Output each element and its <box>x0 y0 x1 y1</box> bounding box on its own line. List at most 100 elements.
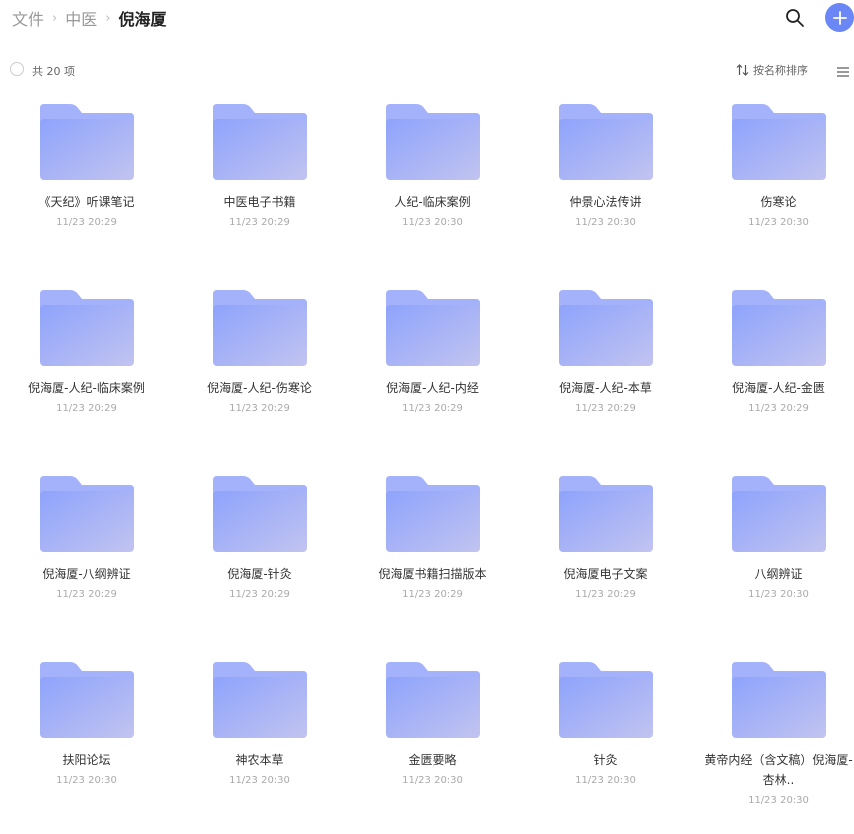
list-view-icon <box>837 67 849 77</box>
select-all-checkbox[interactable] <box>10 62 24 76</box>
folder-item[interactable]: 八纲辨证 11/23 20:30 <box>692 468 854 648</box>
folder-icon <box>386 662 480 738</box>
folder-item[interactable]: 倪海厦-人纪-本草 11/23 20:29 <box>519 282 692 462</box>
folder-icon <box>732 662 826 738</box>
folder-item[interactable]: 倪海厦-人纪-金匮 11/23 20:29 <box>692 282 854 462</box>
folder-name: 扶阳论坛 11/23 20:30 <box>8 750 165 790</box>
folder-time: 11/23 20:29 <box>402 403 463 414</box>
folder-name-text: 倪海厦-人纪-本草 <box>559 381 652 395</box>
folder-name: 倪海厦-人纪-伤寒论 11/23 20:29 <box>181 378 338 418</box>
folder-name: 仲景心法传讲 11/23 20:30 <box>527 192 684 232</box>
folder-name-text: 八纲辨证 <box>754 567 803 581</box>
folder-item[interactable]: 倪海厦书籍扫描版本 11/23 20:29 <box>346 468 519 648</box>
breadcrumb-separator: › <box>52 10 58 26</box>
folder-time: 11/23 20:29 <box>575 589 636 600</box>
search-icon <box>786 9 804 27</box>
folder-name-text: 倪海厦-人纪-伤寒论 <box>207 381 312 395</box>
folder-icon <box>213 662 307 738</box>
folder-time: 11/23 20:29 <box>229 403 290 414</box>
folder-item[interactable]: 伤寒论 11/23 20:30 <box>692 96 854 276</box>
folder-name: 中医电子书籍 11/23 20:29 <box>181 192 338 232</box>
folder-name-text: 中医电子书籍 <box>223 195 296 209</box>
folder-name: 倪海厦-人纪-金匮 11/23 20:29 <box>700 378 854 418</box>
folder-name-text: 《天纪》听课笔记 <box>38 195 135 209</box>
folder-time: 11/23 20:29 <box>748 403 809 414</box>
folder-time: 11/23 20:30 <box>748 217 809 228</box>
top-bar: 文件 › 中医 › 倪海厦 <box>0 0 854 40</box>
folder-name-text: 倪海厦-人纪-临床案例 <box>28 381 145 395</box>
folder-time: 11/23 20:30 <box>402 217 463 228</box>
folder-icon <box>732 476 826 552</box>
folder-name-text: 倪海厦-人纪-内经 <box>386 381 479 395</box>
folder-item[interactable]: 中医电子书籍 11/23 20:29 <box>173 96 346 276</box>
sort-icon <box>736 64 749 76</box>
folder-icon <box>40 290 134 366</box>
folder-item[interactable]: 《天纪》听课笔记 11/23 20:29 <box>0 96 173 276</box>
folder-icon <box>213 476 307 552</box>
folder-time: 11/23 20:30 <box>575 217 636 228</box>
folder-time: 11/23 20:30 <box>229 775 290 786</box>
folder-name: 金匮要略 11/23 20:30 <box>354 750 511 790</box>
folder-name-text: 神农本草 <box>235 753 284 767</box>
folder-name: 神农本草 11/23 20:30 <box>181 750 338 790</box>
folder-name-text: 扶阳论坛 <box>62 753 111 767</box>
folder-name: 倪海厦-针灸 11/23 20:29 <box>181 564 338 604</box>
folder-name-text: 倪海厦-针灸 <box>227 567 292 581</box>
folder-icon <box>40 104 134 180</box>
folder-name-text: 金匮要略 <box>408 753 457 767</box>
folder-item[interactable]: 金匮要略 11/23 20:30 <box>346 654 519 834</box>
folder-icon <box>559 662 653 738</box>
breadcrumb: 文件 › 中医 › 倪海厦 <box>12 6 166 30</box>
folder-time: 11/23 20:29 <box>575 403 636 414</box>
page-title: 倪海厦 <box>118 10 167 29</box>
folder-item[interactable]: 倪海厦-人纪-内经 11/23 20:29 <box>346 282 519 462</box>
folder-item[interactable]: 倪海厦-八纲辨证 11/23 20:29 <box>0 468 173 648</box>
folder-name: 人纪-临床案例 11/23 20:30 <box>354 192 511 232</box>
breadcrumb-item-tcm[interactable]: 中医 <box>65 6 97 30</box>
folder-icon <box>559 290 653 366</box>
sort-button[interactable]: 按名称排序 <box>736 61 808 79</box>
folder-name: 倪海厦-八纲辨证 11/23 20:29 <box>8 564 165 604</box>
folder-name: 倪海厦-人纪-内经 11/23 20:29 <box>354 378 511 418</box>
search-button[interactable] <box>784 7 806 29</box>
breadcrumb-item-files[interactable]: 文件 <box>12 6 44 30</box>
view-toggle-button[interactable] <box>836 63 850 77</box>
breadcrumb-separator: › <box>105 10 111 26</box>
folder-item[interactable]: 神农本草 11/23 20:30 <box>173 654 346 834</box>
folder-time: 11/23 20:30 <box>56 775 117 786</box>
folder-name-text: 倪海厦电子文案 <box>563 567 648 581</box>
folder-item[interactable]: 倪海厦电子文案 11/23 20:29 <box>519 468 692 648</box>
folder-icon <box>732 104 826 180</box>
folder-icon <box>732 290 826 366</box>
folder-item[interactable]: 人纪-临床案例 11/23 20:30 <box>346 96 519 276</box>
folder-name: 《天纪》听课笔记 11/23 20:29 <box>8 192 165 232</box>
folder-name: 黄帝内经（含文稿）倪海厦-杏林.. 11/23 20:30 <box>700 750 854 810</box>
item-count: 共 20 项 <box>32 65 75 78</box>
folder-icon <box>386 290 480 366</box>
folder-name-text: 仲景心法传讲 <box>569 195 642 209</box>
add-button[interactable] <box>825 3 854 32</box>
toolbar: 共 20 项 按名称排序 <box>0 58 854 82</box>
folder-icon <box>40 662 134 738</box>
folder-icon <box>559 104 653 180</box>
folder-name: 倪海厦-人纪-本草 11/23 20:29 <box>527 378 684 418</box>
folder-icon <box>386 476 480 552</box>
folder-name: 伤寒论 11/23 20:30 <box>700 192 854 232</box>
folder-item[interactable]: 仲景心法传讲 11/23 20:30 <box>519 96 692 276</box>
folder-name: 八纲辨证 11/23 20:30 <box>700 564 854 604</box>
folder-name: 倪海厦书籍扫描版本 11/23 20:29 <box>354 564 511 604</box>
folder-item[interactable]: 倪海厦-针灸 11/23 20:29 <box>173 468 346 648</box>
folder-icon <box>386 104 480 180</box>
folder-item[interactable]: 黄帝内经（含文稿）倪海厦-杏林.. 11/23 20:30 <box>692 654 854 834</box>
folder-item[interactable]: 倪海厦-人纪-伤寒论 11/23 20:29 <box>173 282 346 462</box>
folder-time: 11/23 20:30 <box>402 775 463 786</box>
folder-item[interactable]: 扶阳论坛 11/23 20:30 <box>0 654 173 834</box>
folder-name: 倪海厦电子文案 11/23 20:29 <box>527 564 684 604</box>
folder-time: 11/23 20:30 <box>748 795 809 806</box>
sort-label: 按名称排序 <box>753 64 808 77</box>
folder-time: 11/23 20:30 <box>575 775 636 786</box>
folder-item[interactable]: 倪海厦-人纪-临床案例 11/23 20:29 <box>0 282 173 462</box>
folder-time: 11/23 20:29 <box>229 217 290 228</box>
folder-item[interactable]: 针灸 11/23 20:30 <box>519 654 692 834</box>
folder-name-text: 倪海厦书籍扫描版本 <box>378 567 487 581</box>
